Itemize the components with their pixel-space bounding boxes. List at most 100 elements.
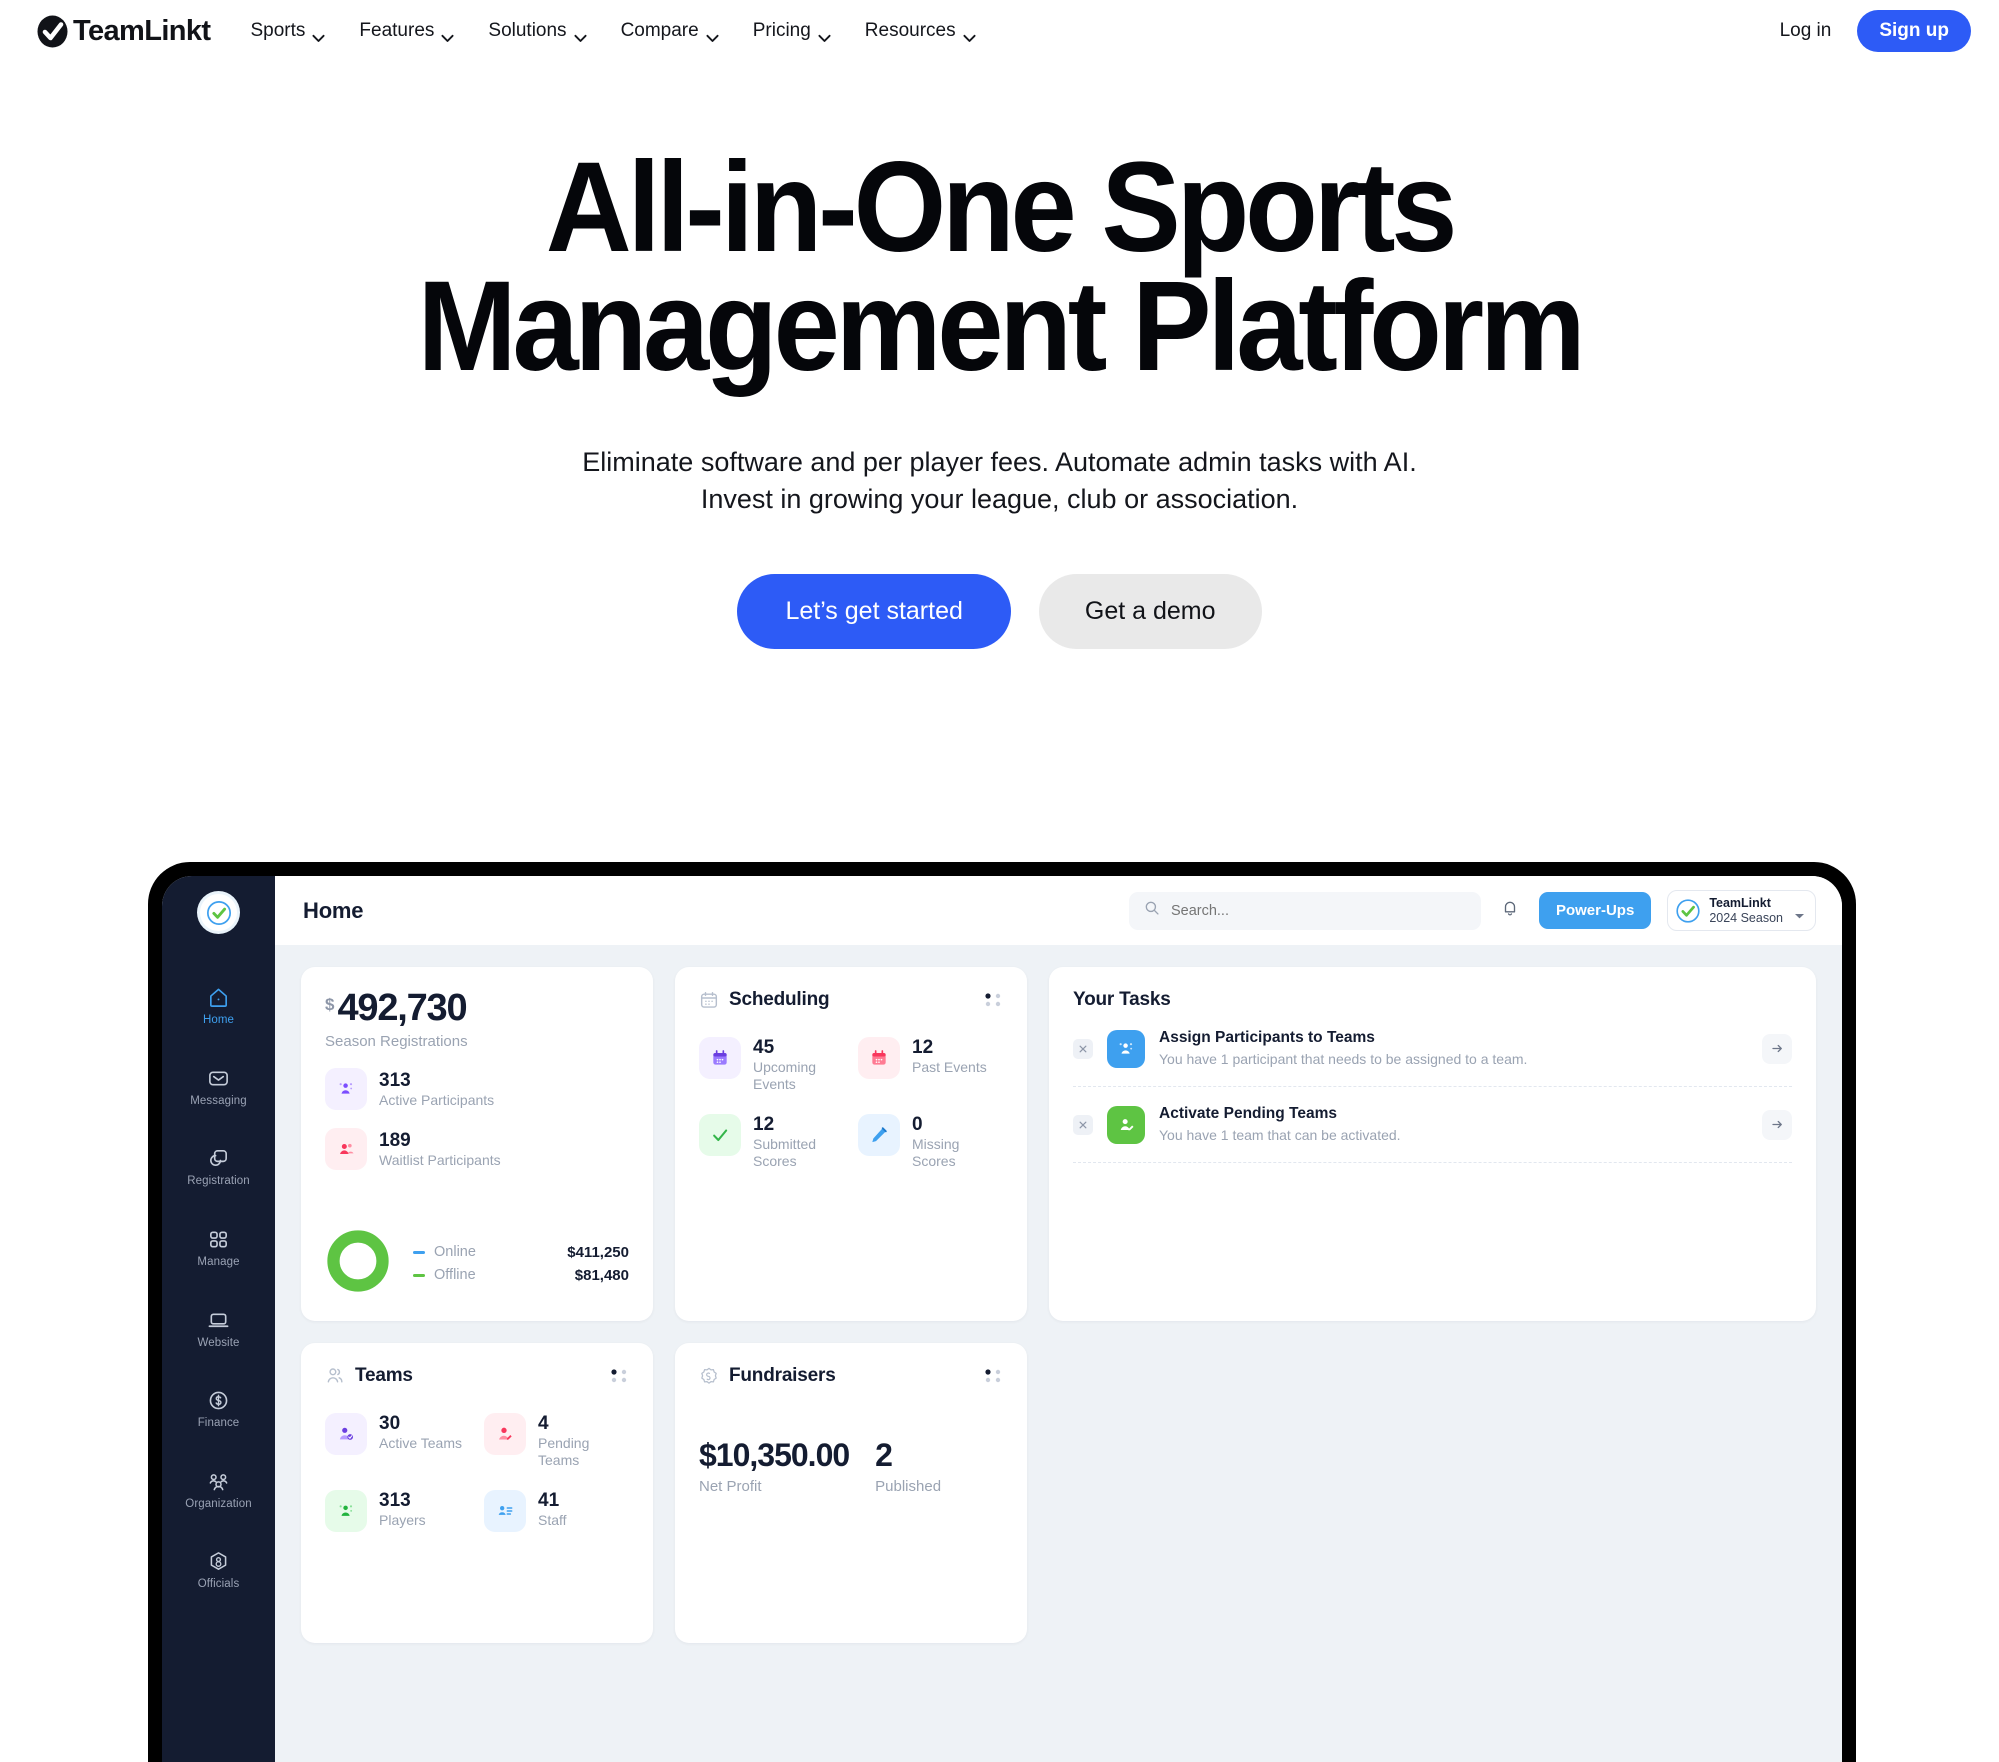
- nav-item-resources[interactable]: Resources: [865, 20, 976, 42]
- pencil-icon: [858, 1114, 900, 1157]
- stat-active-participants[interactable]: 313 Active Participants: [325, 1068, 629, 1110]
- sidebar-item-messaging[interactable]: Messaging: [162, 1056, 275, 1119]
- stat-label: Upcoming Events: [753, 1058, 817, 1092]
- home-icon: [207, 986, 230, 1009]
- top-navigation-bar: TeamLinkt Sports Features Solutions Comp…: [0, 0, 1999, 62]
- task-row-assign-participants[interactable]: Assign Participants to Teams You have 1 …: [1073, 1011, 1792, 1088]
- stat-value: 313: [379, 1490, 411, 1512]
- nav-item-pricing[interactable]: Pricing: [753, 20, 831, 42]
- chevron-down-icon: [574, 27, 587, 42]
- search-box[interactable]: [1128, 891, 1481, 930]
- nav-item-label: Compare: [620, 20, 699, 41]
- calendar-icon: [699, 990, 719, 1010]
- teams-card-header: Teams: [325, 1365, 629, 1387]
- power-ups-button[interactable]: Power-Ups: [1538, 892, 1652, 929]
- sidebar-item-label: Officials: [197, 1578, 240, 1591]
- stat-past-events[interactable]: 12 Past Events: [858, 1037, 1003, 1092]
- get-started-button[interactable]: Let’s get started: [737, 574, 1011, 650]
- stat-players[interactable]: 313 Players: [325, 1490, 470, 1533]
- bell-icon: [1500, 898, 1520, 923]
- registration-card: $ 492,730 Season Registrations 313 Activ…: [301, 967, 653, 1321]
- stat-missing-scores[interactable]: 0 Missing Scores: [858, 1114, 1003, 1169]
- open-task-button[interactable]: [1762, 1109, 1792, 1140]
- headline-line-2: Management Platform: [417, 255, 1585, 399]
- sidebar-item-registration[interactable]: Registration: [162, 1136, 275, 1199]
- sidebar-item-manage[interactable]: Manage: [162, 1217, 275, 1280]
- nav-item-label: Pricing: [752, 20, 811, 41]
- dollar-circle-icon: [207, 1389, 230, 1412]
- sidebar-item-website[interactable]: Website: [162, 1298, 275, 1361]
- stat-value: 4: [538, 1413, 549, 1434]
- login-link[interactable]: Log in: [1780, 20, 1832, 42]
- check-icon: [699, 1114, 741, 1157]
- stat-waitlist-participants[interactable]: 189 Waitlist Participants: [325, 1128, 629, 1170]
- drag-handle-icon[interactable]: [611, 1369, 629, 1383]
- stat-text: 12 Past Events: [912, 1037, 987, 1076]
- sidebar-item-officials[interactable]: Officials: [162, 1539, 275, 1602]
- registration-donut-row: Online $411,250 Offline $81,480: [325, 1210, 629, 1299]
- dashboard-widgets-board: $ 492,730 Season Registrations 313 Activ…: [275, 945, 1842, 1762]
- nav-item-features[interactable]: Features: [359, 20, 454, 42]
- sidebar-item-finance[interactable]: Finance: [162, 1378, 275, 1441]
- sidebar-item-label: Registration: [187, 1175, 250, 1188]
- drag-handle-icon[interactable]: [985, 1369, 1003, 1383]
- headline-line-1: All-in-One Sports: [545, 136, 1458, 279]
- season-selector[interactable]: TeamLinkt 2024 Season: [1667, 890, 1816, 931]
- brand-logo[interactable]: TeamLinkt: [36, 15, 211, 48]
- hero-cta-group: Let’s get started Get a demo: [0, 574, 1999, 650]
- staff-card-icon: [484, 1490, 526, 1533]
- nav-item-solutions[interactable]: Solutions: [488, 20, 587, 42]
- dismiss-task-button[interactable]: [1073, 1114, 1093, 1135]
- get-demo-button[interactable]: Get a demo: [1038, 574, 1262, 650]
- waitlist-icon: [325, 1128, 367, 1170]
- dashboard-sidebar: Home Messaging Registration Manage Websi…: [162, 876, 275, 1762]
- whistle-badge-icon: [207, 1550, 230, 1573]
- envelope-icon: [207, 1067, 230, 1090]
- task-description: You have 1 team that can be activated.: [1159, 1127, 1401, 1144]
- stat-pending-teams[interactable]: 4 Pending Teams: [484, 1413, 629, 1468]
- stat-text: 30 Active Teams: [379, 1413, 462, 1452]
- stat-staff[interactable]: 41 Staff: [484, 1490, 629, 1533]
- task-title: Assign Participants to Teams: [1159, 1029, 1375, 1046]
- stat-active-teams[interactable]: 30 Active Teams: [325, 1413, 470, 1468]
- stat-upcoming-events[interactable]: 45 Upcoming Events: [699, 1037, 844, 1092]
- sidebar-item-label: Home: [202, 1014, 235, 1026]
- chevron-down-icon: [706, 27, 719, 42]
- your-tasks-card: Your Tasks Assign Participants to Teams …: [1049, 967, 1816, 1321]
- search-input[interactable]: [1170, 902, 1466, 919]
- drag-handle-icon[interactable]: [985, 993, 1003, 1007]
- notifications-button[interactable]: [1497, 898, 1523, 924]
- sidebar-item-label: Finance: [197, 1417, 240, 1430]
- participants-icon: [325, 1068, 367, 1110]
- card-title: Your Tasks: [1073, 989, 1171, 1010]
- scheduling-card: Scheduling 45 Upcoming Events 12 Past Ev…: [675, 967, 1027, 1321]
- currency-symbol: $: [325, 995, 335, 1014]
- signup-button[interactable]: Sign up: [1857, 10, 1971, 52]
- dismiss-task-button[interactable]: [1073, 1038, 1093, 1059]
- sidebar-item-home[interactable]: Home: [162, 975, 275, 1038]
- net-profit-metric: $10,350.00 Net Profit: [699, 1439, 850, 1495]
- open-task-button[interactable]: [1762, 1033, 1792, 1064]
- calendar-purple-icon: [699, 1037, 741, 1079]
- activate-teams-icon: [1107, 1105, 1145, 1144]
- sidebar-item-organization[interactable]: Organization: [162, 1459, 275, 1522]
- stat-label: Staff: [538, 1512, 567, 1529]
- task-row-activate-teams[interactable]: Activate Pending Teams You have 1 team t…: [1073, 1087, 1792, 1164]
- published-label: Published: [875, 1478, 942, 1495]
- card-title: Teams: [355, 1365, 413, 1386]
- task-text: Assign Participants to Teams You have 1 …: [1159, 1028, 1748, 1069]
- nav-item-sports[interactable]: Sports: [250, 20, 325, 42]
- nav-item-compare[interactable]: Compare: [621, 20, 719, 42]
- sidebar-logo[interactable]: [200, 894, 237, 931]
- sidebar-item-label: Messaging: [190, 1094, 247, 1107]
- dashboard-screen: Home Messaging Registration Manage Websi…: [162, 876, 1842, 1762]
- nav-item-label: Sports: [250, 20, 306, 41]
- stat-text: 45 Upcoming Events: [753, 1037, 839, 1092]
- stat-label: Submitted Scores: [753, 1136, 817, 1170]
- stat-label: Active Participants: [379, 1091, 495, 1108]
- sidebar-item-label: Manage: [197, 1255, 240, 1268]
- registration-donut-chart: [325, 1228, 391, 1299]
- tablet-frame: Home Messaging Registration Manage Websi…: [148, 862, 1856, 1762]
- legend-value: $81,480: [574, 1266, 629, 1284]
- stat-submitted-scores[interactable]: 12 Submitted Scores: [699, 1114, 844, 1169]
